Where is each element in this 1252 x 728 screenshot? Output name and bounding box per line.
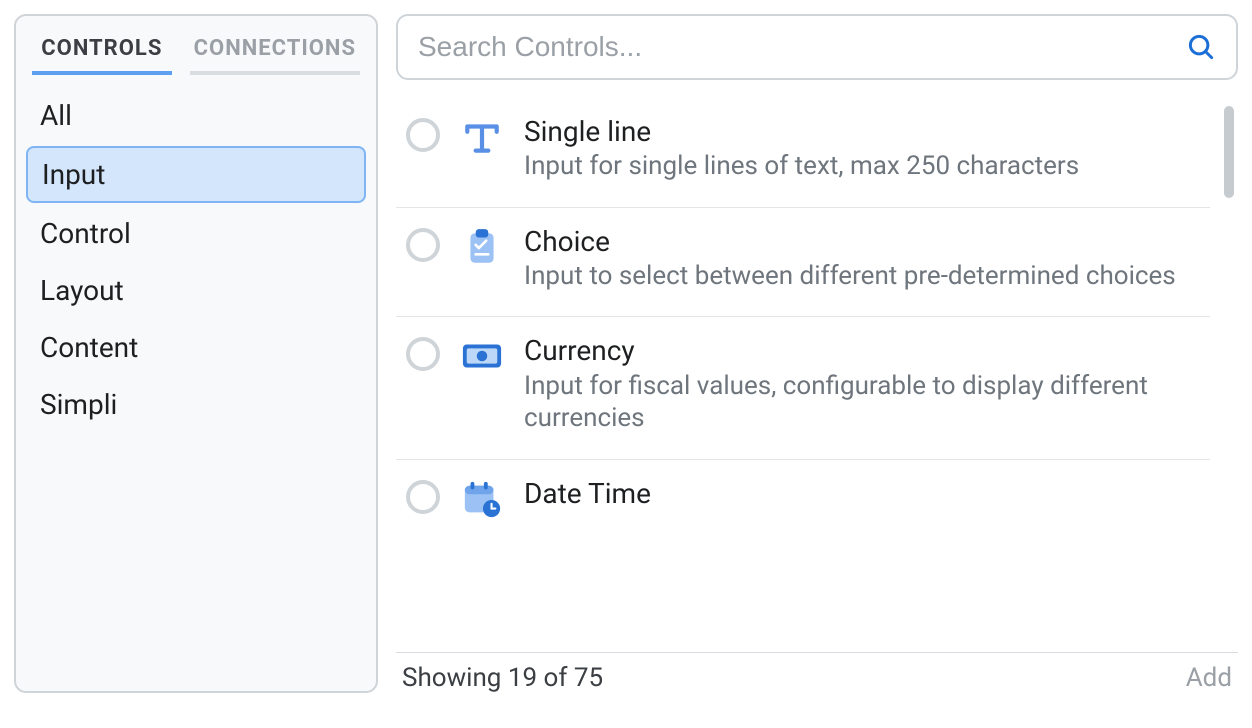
list-item-title: Choice [524, 226, 1204, 258]
add-button[interactable]: Add [1186, 663, 1232, 693]
control-list[interactable]: Single line Input for single lines of te… [396, 98, 1238, 646]
list-item[interactable]: Date Time [396, 460, 1210, 528]
list-item-text: Choice Input to select between different… [524, 226, 1204, 293]
sidebar-tabs: CONTROLS CONNECTIONS [26, 26, 366, 75]
list-item-title: Date Time [524, 478, 1204, 510]
calendar-clock-icon [458, 478, 506, 520]
list-item-desc: Input for single lines of text, max 250 … [524, 150, 1204, 183]
list-item-desc: Input for fiscal values, configurable to… [524, 370, 1204, 435]
search-input[interactable] [416, 30, 1184, 64]
list-item-title: Single line [524, 116, 1204, 148]
text-icon [458, 116, 506, 158]
list-item[interactable]: Single line Input for single lines of te… [396, 98, 1210, 208]
scrollbar-thumb[interactable] [1224, 106, 1234, 198]
sidebar-item-simpli[interactable]: Simpli [26, 378, 366, 431]
tab-connections[interactable]: CONNECTIONS [190, 30, 360, 75]
tab-controls[interactable]: CONTROLS [32, 30, 172, 75]
sidebar-item-input[interactable]: Input [26, 146, 366, 203]
currency-icon [458, 335, 506, 377]
radio-button[interactable] [406, 337, 440, 371]
list-item-desc: Input to select between different pre-de… [524, 260, 1204, 293]
list-item-text: Date Time [524, 478, 1204, 512]
list-item[interactable]: Currency Input for fiscal values, config… [396, 317, 1210, 459]
radio-button[interactable] [406, 228, 440, 262]
sidebar-item-layout[interactable]: Layout [26, 264, 366, 317]
list-item-text: Currency Input for fiscal values, config… [524, 335, 1204, 434]
list-footer: Showing 19 of 75 Add [396, 652, 1238, 693]
list-item-title: Currency [524, 335, 1204, 367]
sidebar: CONTROLS CONNECTIONS All Input Control L… [14, 14, 378, 693]
control-list-region: Single line Input for single lines of te… [396, 98, 1238, 693]
radio-button[interactable] [406, 118, 440, 152]
sidebar-item-control[interactable]: Control [26, 207, 366, 260]
search-bar [396, 14, 1238, 80]
radio-button[interactable] [406, 480, 440, 514]
list-item[interactable]: Choice Input to select between different… [396, 208, 1210, 318]
search-icon[interactable] [1184, 32, 1218, 62]
result-count: Showing 19 of 75 [402, 663, 603, 693]
clipboard-icon [458, 226, 506, 268]
sidebar-item-all[interactable]: All [26, 89, 366, 142]
main-panel: Single line Input for single lines of te… [396, 14, 1238, 693]
sidebar-category-list: All Input Control Layout Content Simpli [26, 89, 366, 431]
list-item-text: Single line Input for single lines of te… [524, 116, 1204, 183]
sidebar-item-content[interactable]: Content [26, 321, 366, 374]
